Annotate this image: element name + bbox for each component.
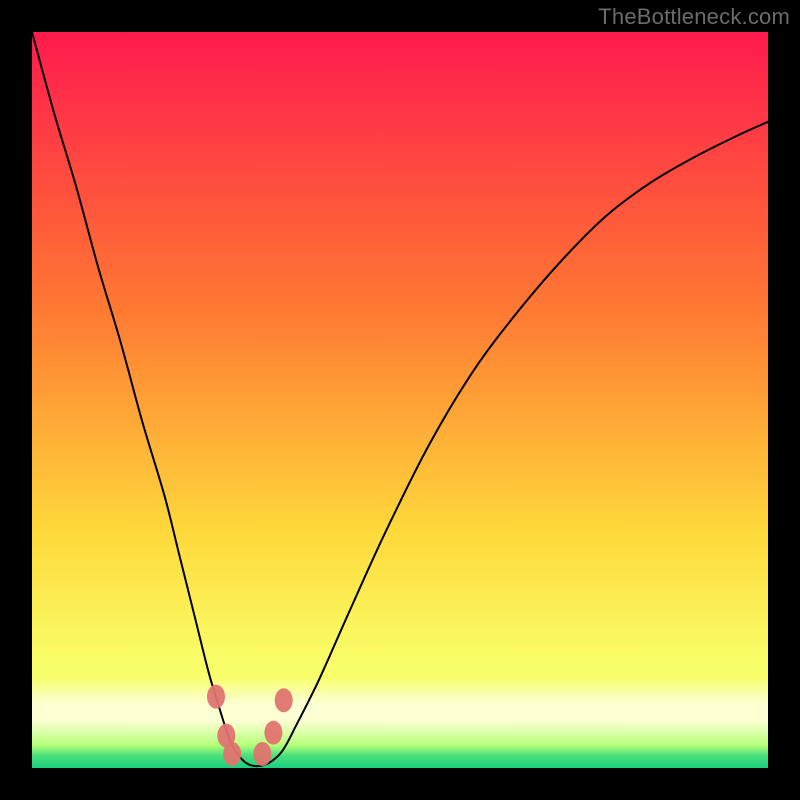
highlight-dot xyxy=(253,742,271,766)
watermark-text: TheBottleneck.com xyxy=(598,4,790,30)
highlight-dot xyxy=(223,742,241,766)
highlight-dot xyxy=(275,688,293,712)
highlight-dot xyxy=(264,721,282,745)
chart-frame: TheBottleneck.com xyxy=(0,0,800,800)
highlight-dot xyxy=(207,685,225,709)
bottleneck-curve xyxy=(32,32,768,766)
curve-layer xyxy=(32,32,768,768)
plot-area xyxy=(32,32,768,768)
